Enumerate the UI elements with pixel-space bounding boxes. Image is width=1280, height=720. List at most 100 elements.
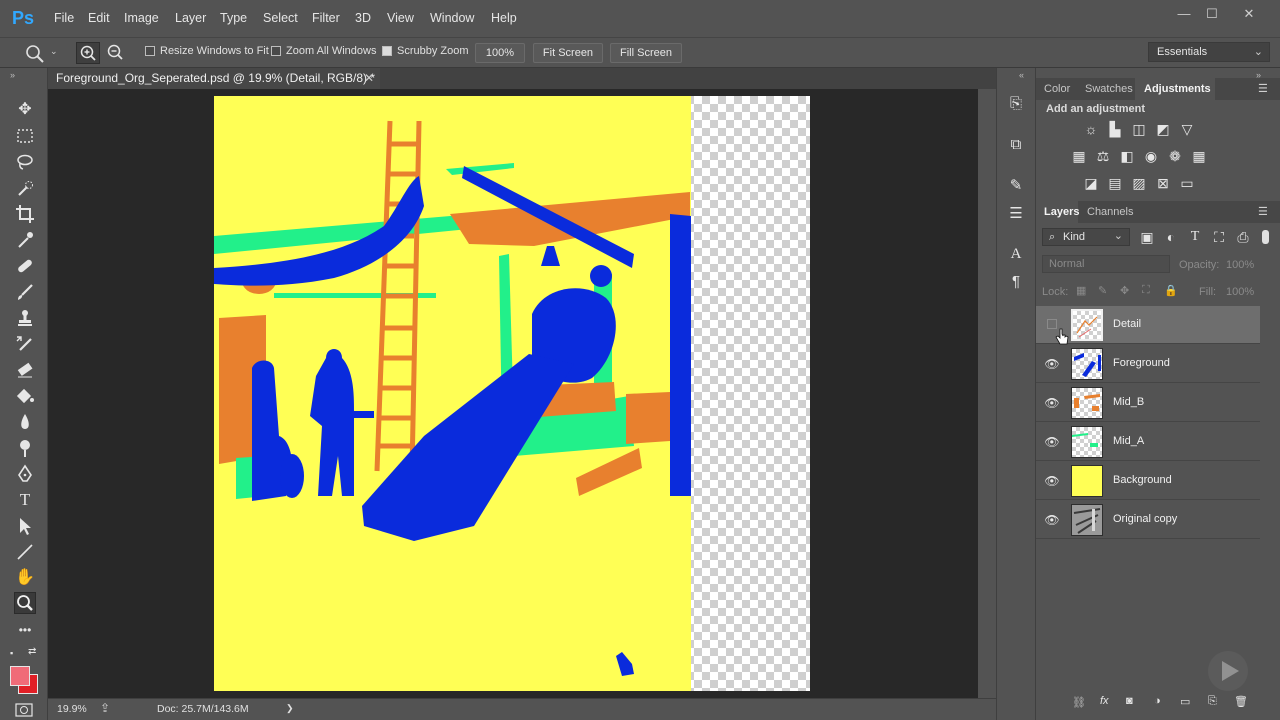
eye-icon[interactable]: 👁 [1044,395,1060,411]
lock-transparent-icon[interactable]: ▦ [1076,284,1086,297]
layer-style-icon[interactable]: fx [1100,695,1109,707]
foreground-color-swatch[interactable] [10,666,30,686]
close-window-button[interactable]: ✕ [1238,6,1260,22]
quick-mask-icon[interactable] [14,702,34,718]
lasso-tool[interactable] [14,151,36,173]
fill-screen-button[interactable]: Fill Screen [610,43,682,63]
lock-artboard-icon[interactable]: ⛶ [1142,284,1150,297]
quick-select-tool[interactable] [14,177,36,199]
channel-mixer-icon[interactable]: ❁ [1166,147,1184,165]
eye-icon[interactable]: 👁 [1044,473,1060,489]
paragraph-panel-icon[interactable]: ¶ [1005,271,1027,293]
color-balance-icon[interactable]: ⚖ [1094,147,1112,165]
selective-color-icon[interactable]: ⊠ [1154,174,1172,192]
menu-file[interactable]: File [54,11,74,25]
levels-icon[interactable]: ▙ [1106,120,1124,138]
menu-help[interactable]: Help [491,11,517,25]
move-tool[interactable]: ✥ [14,99,36,121]
path-selection-tool[interactable] [14,515,36,537]
vibrance-icon[interactable]: ▽ [1178,120,1196,138]
dodge-tool[interactable] [14,437,36,459]
history-panel-icon[interactable]: ⎘ [1005,93,1027,115]
healing-brush-tool[interactable] [14,255,36,277]
history-brush-tool[interactable] [14,333,36,355]
line-tool[interactable] [14,541,36,563]
color-lookup-icon[interactable]: ▦ [1190,147,1208,165]
filter-type-icon[interactable]: T [1186,228,1204,246]
share-icon[interactable]: ⇪ [100,701,110,715]
hue-saturation-icon[interactable]: ▦ [1070,147,1088,165]
lock-all-icon[interactable]: 🔒 [1164,284,1178,297]
opacity-value[interactable]: 100% [1226,259,1254,271]
menu-image[interactable]: Image [124,11,159,25]
menu-select[interactable]: Select [263,11,298,25]
filter-pixel-icon[interactable]: ▣ [1138,228,1156,246]
workspace-select[interactable]: Essentials ⌄ [1148,42,1270,62]
photo-filter-icon[interactable]: ◉ [1142,147,1160,165]
invert-icon[interactable]: ◪ [1082,174,1100,192]
new-layer-icon[interactable]: ⎘ [1208,695,1217,708]
zoom-in-button[interactable] [76,42,100,64]
tab-color[interactable]: Color [1044,83,1070,95]
tab-layers[interactable]: Layers [1044,206,1079,218]
crop-tool[interactable] [14,203,36,225]
swap-colors-icon[interactable]: ⇄ [28,646,36,657]
layer-row[interactable]: 👁 Mid_B [1036,384,1260,422]
tab-swatches[interactable]: Swatches [1085,83,1133,95]
hand-tool[interactable]: ✋ [14,567,36,589]
brush-panel-icon[interactable]: ✎ [1005,175,1027,197]
fill-value[interactable]: 100% [1226,286,1254,298]
character-panel-icon[interactable]: A [1005,243,1027,265]
new-group-icon[interactable]: ▭ [1180,695,1190,708]
default-colors-icon[interactable]: ▪ [10,648,13,658]
eye-icon[interactable]: 👁 [1044,512,1060,528]
curves-icon[interactable]: ◫ [1130,120,1148,138]
panel-menu-icon[interactable]: ☰ [1258,205,1268,218]
tab-adjustments[interactable]: Adjustments [1144,83,1211,95]
document-canvas[interactable] [214,96,810,691]
properties-panel-icon[interactable]: ⧉ [1005,134,1027,156]
zoom-out-button[interactable] [104,42,126,64]
layer-row[interactable]: 👁 Foreground [1036,345,1260,383]
more-tools-button[interactable]: ••• [14,619,36,641]
document-tab[interactable]: Foreground_Org_Seperated.psd @ 19.9% (De… [48,68,380,89]
resize-windows-checkbox[interactable] [145,46,155,56]
eye-icon[interactable]: 👁 [1044,434,1060,450]
panel-menu-icon[interactable]: ☰ [1258,82,1268,95]
filter-shape-icon[interactable]: ⛶ [1210,228,1228,246]
blend-mode-select[interactable]: Normal [1042,255,1170,273]
layer-row[interactable]: 👁 Mid_A [1036,423,1260,461]
layer-row[interactable]: 👁 Background [1036,462,1260,500]
filter-smart-object-icon[interactable]: ⎙ [1234,228,1252,246]
eraser-tool[interactable] [14,359,36,381]
scrubby-zoom-checkbox[interactable] [382,46,392,56]
chevron-down-icon[interactable]: ⌄ [50,46,58,57]
link-layers-icon[interactable]: ⛓ [1072,696,1086,709]
menu-filter[interactable]: Filter [312,11,340,25]
exposure-icon[interactable]: ◩ [1154,120,1172,138]
layer-row[interactable]: 👁 Original copy [1036,501,1260,539]
brush-tool[interactable] [14,281,36,303]
maximize-button[interactable]: ☐ [1201,6,1223,22]
posterize-icon[interactable]: ▤ [1106,174,1124,192]
zoom-value-field[interactable]: 100% [475,43,525,63]
marquee-tool[interactable] [14,125,36,147]
status-menu-arrow[interactable]: ❯ [286,703,294,714]
menu-edit[interactable]: Edit [88,11,110,25]
menu-type[interactable]: Type [220,11,247,25]
menu-view[interactable]: View [387,11,414,25]
zoom-tool-preset-icon[interactable] [24,43,46,63]
lock-position-icon[interactable]: ✥ [1120,284,1129,297]
gradient-map-icon[interactable]: ▭ [1178,174,1196,192]
tab-channels[interactable]: Channels [1087,206,1133,218]
threshold-icon[interactable]: ▨ [1130,174,1148,192]
brightness-icon[interactable]: ☼ [1082,120,1100,138]
new-adjustment-layer-icon[interactable]: ◑ [1154,695,1161,707]
collapse-arrows-icon[interactable]: » [10,70,15,80]
menu-3d[interactable]: 3D [355,11,371,25]
eyedropper-tool[interactable] [14,229,36,251]
brush-presets-icon[interactable]: ☰ [1005,203,1027,225]
delete-layer-icon[interactable]: 🗑 [1234,695,1248,708]
black-white-icon[interactable]: ◧ [1118,147,1136,165]
paint-bucket-tool[interactable] [14,385,36,407]
